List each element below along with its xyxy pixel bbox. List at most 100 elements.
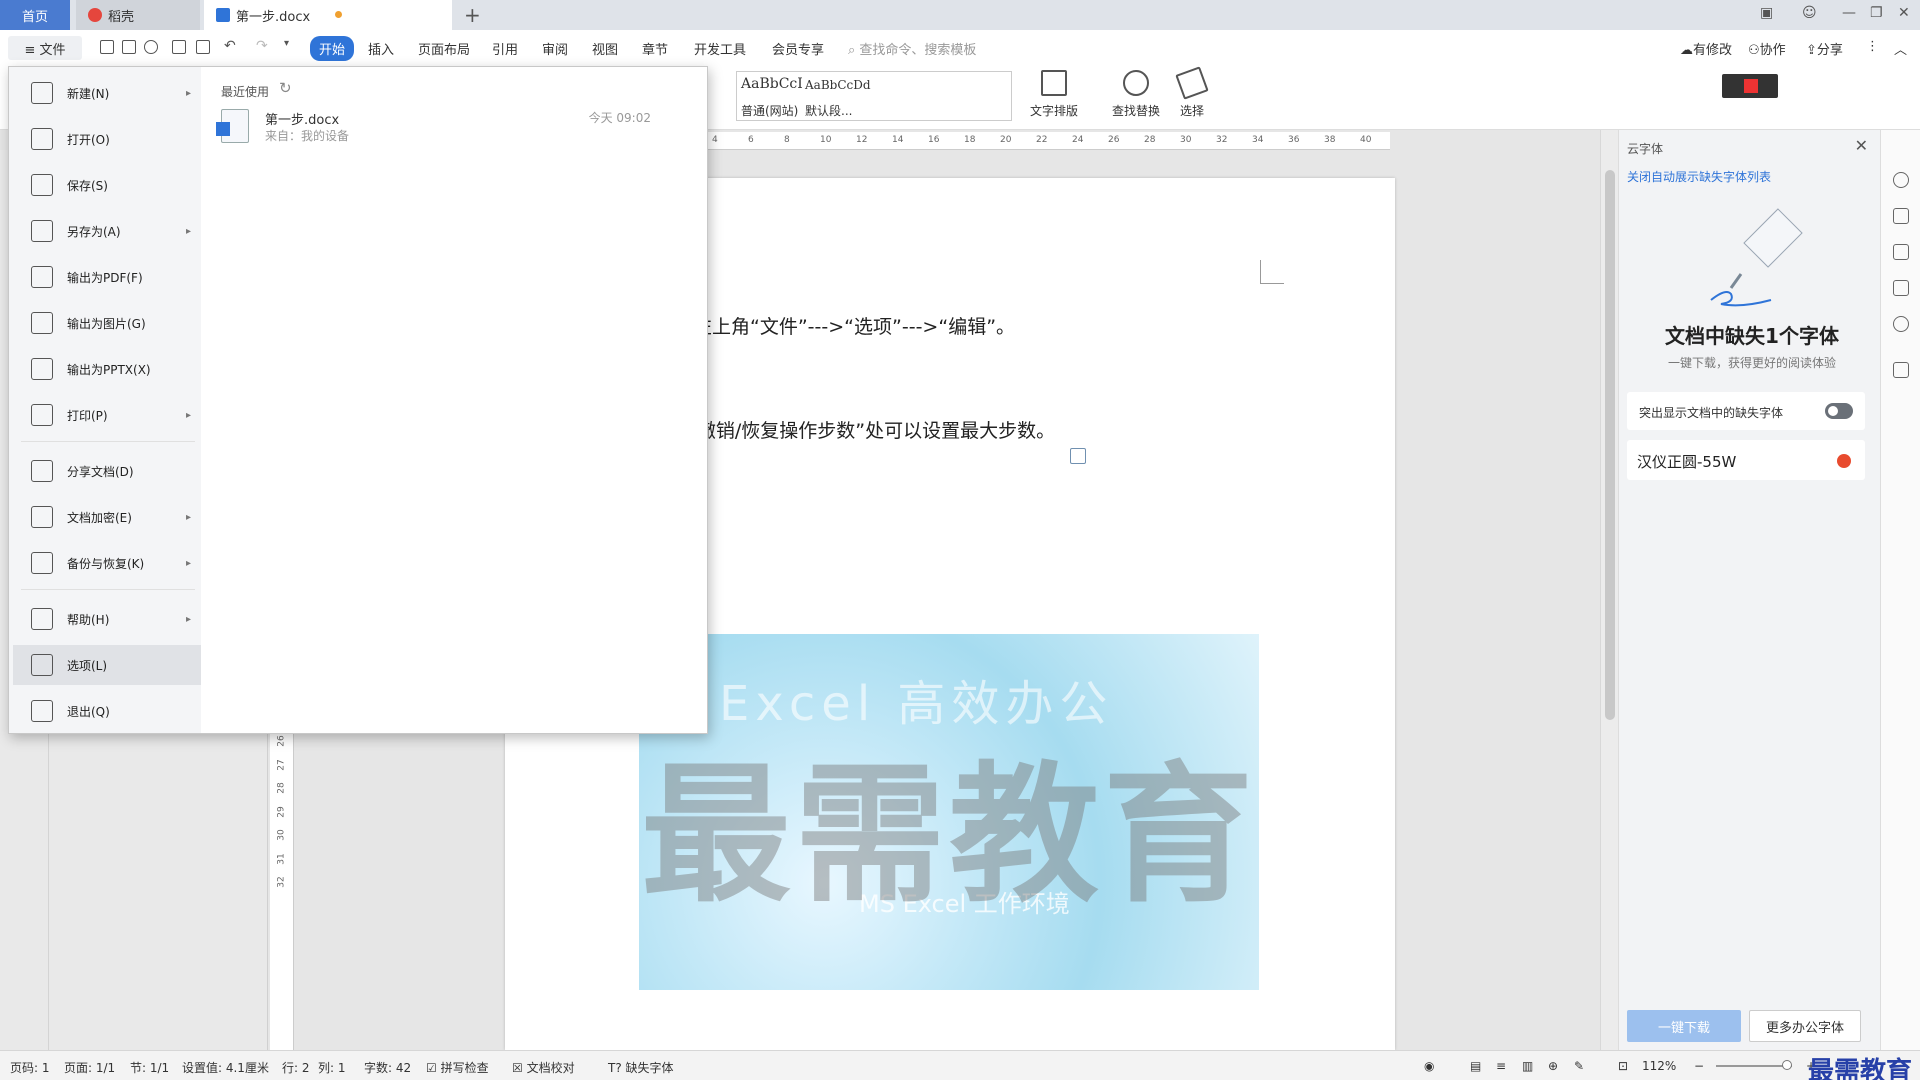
tab-insert[interactable]: 插入 xyxy=(368,39,394,58)
doc-paragraph-2[interactable]: “撤销/恢复操作步数”处可以设置最大步数。 xyxy=(687,416,1055,443)
missing-font-item[interactable]: 汉仪正圆-55W xyxy=(1627,440,1865,480)
tab-daoke[interactable]: 稻壳 xyxy=(76,0,200,30)
save-icon[interactable] xyxy=(122,40,136,54)
tab-review[interactable]: 审阅 xyxy=(542,39,568,58)
minimize-icon[interactable]: — xyxy=(1842,5,1856,21)
new-tab-button[interactable]: + xyxy=(464,3,481,27)
file-menu-item-11[interactable]: 帮助(H) ▸ xyxy=(13,599,201,639)
write-view-icon[interactable]: ✎ xyxy=(1574,1059,1584,1073)
file-menu-button[interactable]: ≡ 文件 xyxy=(8,36,82,60)
web-view-icon[interactable]: ⊕ xyxy=(1548,1059,1558,1073)
customize-toolbar-icon[interactable]: ▾ xyxy=(284,38,289,49)
tab-developer[interactable]: 开发工具 xyxy=(694,39,746,58)
ruler-mark: 24 xyxy=(1072,135,1084,145)
status-row[interactable]: 行: 2 xyxy=(282,1059,310,1076)
zoom-slider-handle[interactable] xyxy=(1782,1060,1792,1070)
recent-file-item[interactable]: 第一步.docx 来自：我的设备 今天 09:02 xyxy=(216,105,651,151)
document-scrollbar[interactable] xyxy=(1601,130,1619,1050)
file-menu-item-1[interactable]: 打开(O) xyxy=(13,119,201,159)
file-menu-item-8[interactable]: 分享文档(D) xyxy=(13,451,201,491)
tab-view[interactable]: 视图 xyxy=(592,39,618,58)
help-icon[interactable] xyxy=(1893,316,1909,332)
modified-button[interactable]: ☁有修改 xyxy=(1680,39,1732,58)
collaborate-button[interactable]: ⚇协作 xyxy=(1748,39,1786,58)
share-button[interactable]: ⇪分享 xyxy=(1806,39,1843,58)
highlight-missing-toggle[interactable] xyxy=(1825,403,1853,419)
text-layout-button[interactable]: 文字排版 xyxy=(1024,70,1084,119)
missing-font-button[interactable]: T? 缺失字体 xyxy=(608,1059,674,1076)
spell-check-button[interactable]: ☑ 拼写检查 xyxy=(426,1059,489,1076)
tab-start[interactable]: 开始 xyxy=(310,36,355,61)
file-menu: 最近使用 ↻ 第一步.docx 来自：我的设备 今天 09:02 新建(N) ▸ 打… xyxy=(8,66,708,734)
file-menu-item-10[interactable]: 备份与恢复(K) ▸ xyxy=(13,543,201,583)
page-view-icon[interactable]: ▤ xyxy=(1470,1059,1481,1073)
print-icon[interactable] xyxy=(172,40,186,54)
file-menu-item-12[interactable]: 选项(L) xyxy=(13,645,201,685)
zoom-level[interactable]: 112% xyxy=(1642,1059,1676,1073)
redo-icon[interactable]: ↷ xyxy=(256,38,268,54)
reading-view-icon[interactable]: ▥ xyxy=(1522,1059,1533,1073)
file-menu-item-3[interactable]: 另存为(A) ▸ xyxy=(13,211,201,251)
status-page[interactable]: 页面: 1/1 xyxy=(64,1059,115,1076)
select-button[interactable]: 选择 xyxy=(1162,66,1222,119)
zoom-out-icon[interactable]: − xyxy=(1694,1059,1704,1073)
outline-view-icon[interactable]: ≡ xyxy=(1496,1059,1506,1073)
fit-page-icon[interactable]: ⊡ xyxy=(1618,1059,1628,1073)
select-cursor-icon[interactable] xyxy=(1893,244,1909,260)
print-preview-icon[interactable] xyxy=(196,40,210,54)
cloud-font-icon[interactable] xyxy=(1893,362,1909,378)
tab-page-layout[interactable]: 页面布局 xyxy=(418,39,470,58)
tab-document[interactable]: 第一步.docx xyxy=(204,0,452,30)
tab-reference[interactable]: 引用 xyxy=(492,39,518,58)
tab-member[interactable]: 会员专享 xyxy=(772,39,824,58)
scrollbar-thumb[interactable] xyxy=(1605,170,1615,720)
find-replace-button[interactable]: 查找替换 xyxy=(1106,70,1166,119)
file-menu-item-9[interactable]: 文档加密(E) ▸ xyxy=(13,497,201,537)
paste-options-icon[interactable] xyxy=(1070,448,1086,464)
file-menu-item-13[interactable]: 退出(Q) xyxy=(13,691,201,731)
edit-pen-icon[interactable] xyxy=(1893,208,1909,224)
undo-icon[interactable]: ↶ xyxy=(224,38,236,54)
avatar[interactable]: ☺ xyxy=(1802,5,1817,21)
download-all-button[interactable]: 一键下载 xyxy=(1627,1010,1741,1042)
eye-protect-icon[interactable]: ◉ xyxy=(1424,1059,1434,1073)
status-setting[interactable]: 设置值: 4.1厘米 xyxy=(182,1059,269,1076)
status-col[interactable]: 列: 1 xyxy=(318,1059,346,1076)
input-method-icon[interactable] xyxy=(1722,74,1778,98)
new-icon[interactable] xyxy=(100,40,114,54)
panel-title[interactable]: 云字体 xyxy=(1627,140,1663,157)
proofread-button[interactable]: ☒ 文档校对 xyxy=(512,1059,575,1076)
close-icon[interactable]: ✕ xyxy=(1855,136,1868,155)
doc-paragraph-1[interactable]: 左上角“文件”--->“选项”--->“编辑”。 xyxy=(693,312,1015,339)
refresh-icon[interactable]: ↻ xyxy=(279,79,292,97)
close-window-icon[interactable]: ✕ xyxy=(1898,5,1910,21)
status-page-code[interactable]: 页码: 1 xyxy=(10,1059,50,1076)
document-image[interactable]: Excel 高效办公 MS Excel 工作环境 最需教育 xyxy=(639,634,1259,990)
file-menu-item-4[interactable]: 输出为PDF(F) xyxy=(13,257,201,297)
file-menu-item-6[interactable]: 输出为PPTX(X) xyxy=(13,349,201,389)
status-words[interactable]: 字数: 42 xyxy=(364,1059,411,1076)
search-command-input[interactable]: ⌕ 查找命令、搜索模板 xyxy=(848,39,976,58)
rocket-icon[interactable] xyxy=(1893,172,1909,188)
file-menu-item-2[interactable]: 保存(S) xyxy=(13,165,201,205)
collapse-ribbon-icon[interactable]: ︿ xyxy=(1894,39,1907,58)
restore-icon[interactable]: ❐ xyxy=(1870,5,1883,21)
zoom-slider[interactable] xyxy=(1716,1065,1792,1067)
settings-sliders-icon[interactable] xyxy=(1893,280,1909,296)
status-section[interactable]: 节: 1/1 xyxy=(130,1059,169,1076)
tab-section[interactable]: 章节 xyxy=(642,39,668,58)
more-fonts-button[interactable]: 更多办公字体 xyxy=(1749,1010,1861,1042)
title-bar: 首页 稻壳 第一步.docx + ▣ ☺ — ❐ ✕ xyxy=(0,0,1920,30)
style-gallery[interactable]: AaBbCcI 普通(网站) AaBbCcDd 默认段... xyxy=(736,71,1012,121)
file-menu-item-label: 文档加密(E) xyxy=(67,510,132,525)
format-painter-icon[interactable] xyxy=(144,40,158,54)
more-icon[interactable]: ⋮ xyxy=(1866,39,1879,54)
vruler-mark: 31 xyxy=(276,852,287,865)
cloud-icon: ☁ xyxy=(1680,43,1693,58)
close-auto-show-link[interactable]: 关闭自动展示缺失字体列表 xyxy=(1627,168,1771,185)
file-menu-item-5[interactable]: 输出为图片(G) xyxy=(13,303,201,343)
file-menu-item-7[interactable]: 打印(P) ▸ xyxy=(13,395,201,435)
file-menu-item-0[interactable]: 新建(N) ▸ xyxy=(13,73,201,113)
tab-home[interactable]: 首页 xyxy=(0,0,70,30)
layout-icon[interactable]: ▣ xyxy=(1760,5,1773,21)
